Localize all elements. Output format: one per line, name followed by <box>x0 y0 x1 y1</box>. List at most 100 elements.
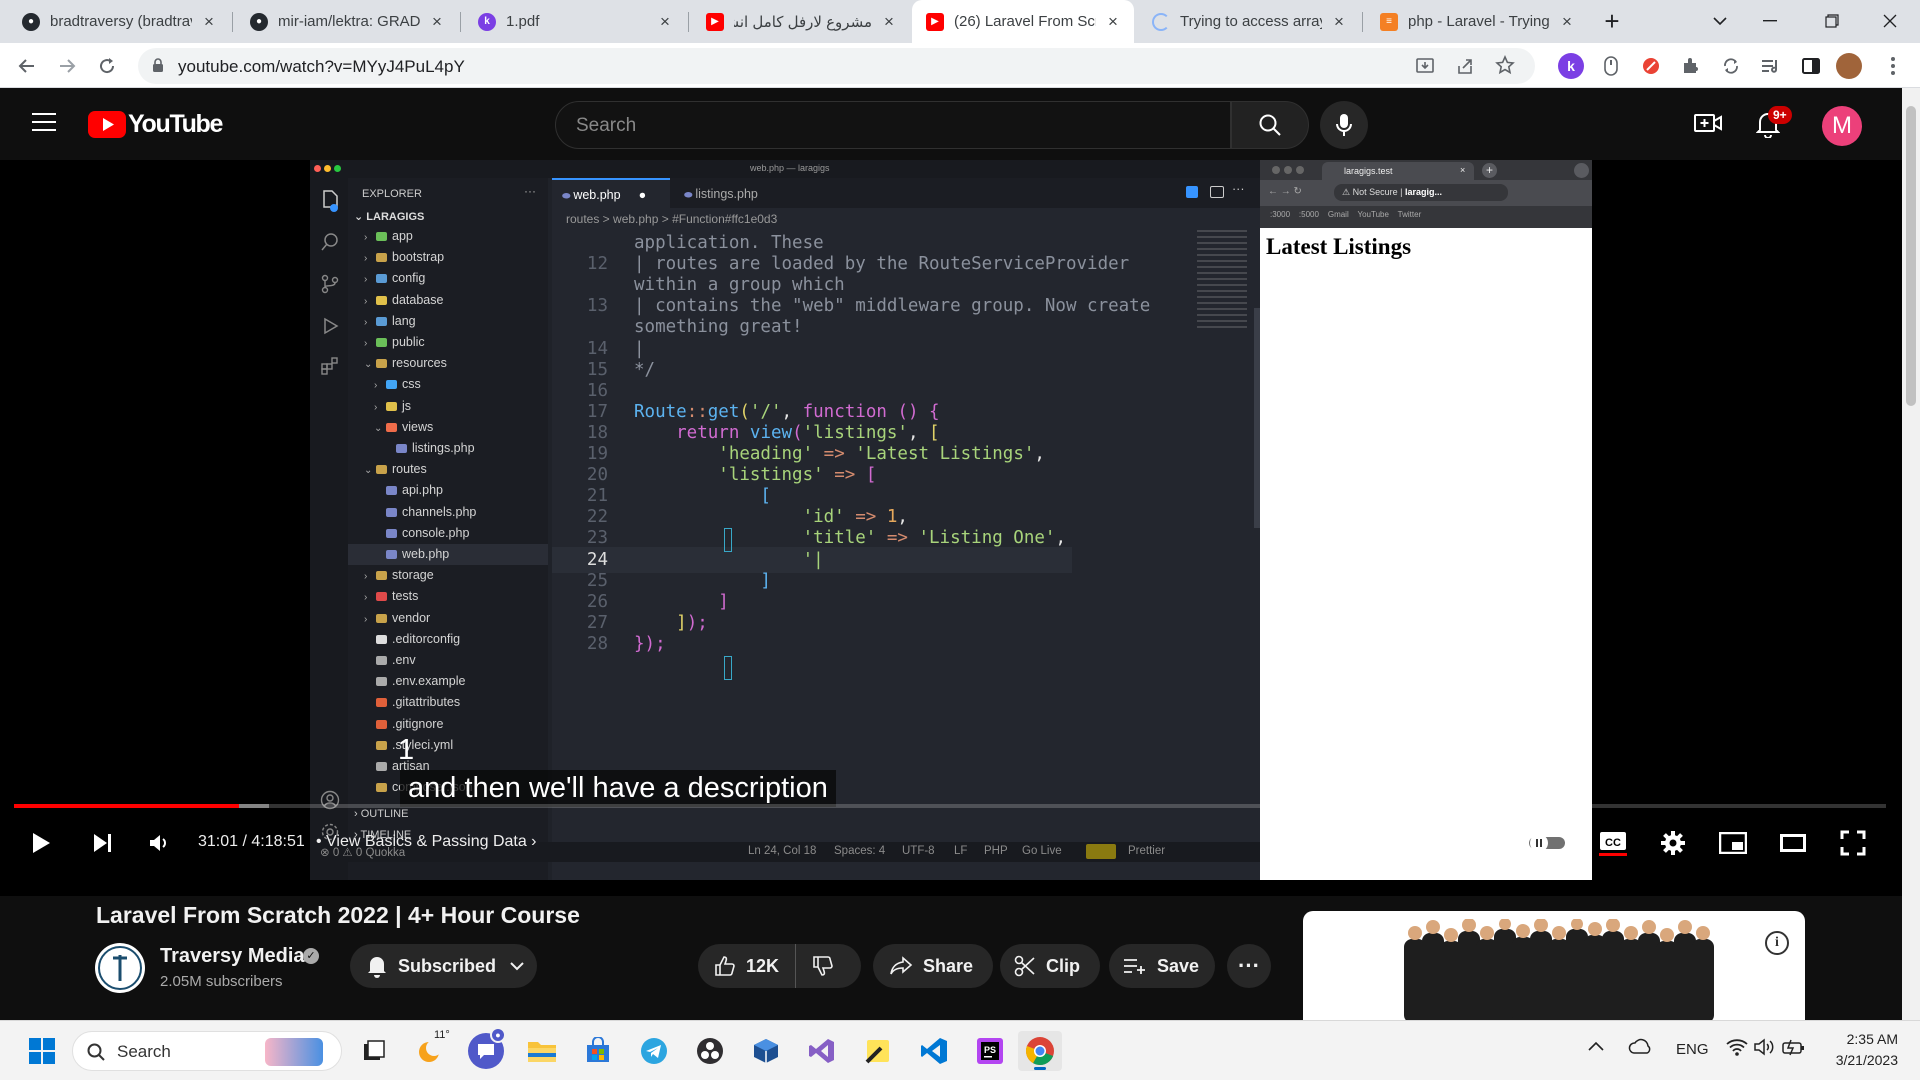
back-button[interactable] <box>10 49 44 83</box>
info-icon[interactable]: i <box>1765 931 1789 955</box>
like-button[interactable]: 12K <box>698 944 796 988</box>
search-button[interactable] <box>1231 101 1309 149</box>
start-button[interactable] <box>24 1033 60 1069</box>
subtitles-button[interactable]: CC <box>1592 822 1634 864</box>
task-view-icon[interactable] <box>356 1033 392 1069</box>
speaker-icon[interactable] <box>1754 1038 1776 1056</box>
more-actions-button[interactable]: ··· <box>1227 944 1271 988</box>
close-tab-icon[interactable]: × <box>1558 12 1576 32</box>
mouse-extension-icon[interactable] <box>1598 53 1624 79</box>
browser-tab[interactable]: ● mir-iam/lektra: GRAD × <box>236 0 458 43</box>
account-avatar[interactable]: M <box>1822 106 1862 146</box>
phpstorm-icon[interactable]: PS <box>972 1033 1008 1069</box>
red-extension-icon[interactable] <box>1638 53 1664 79</box>
dislike-button[interactable] <box>796 944 834 988</box>
subscribed-button[interactable]: Subscribed <box>350 944 537 988</box>
autoplay-toggle[interactable] <box>1526 822 1568 864</box>
virtualbox-icon[interactable] <box>748 1033 784 1069</box>
lock-icon[interactable] <box>152 58 164 73</box>
share-icon[interactable] <box>1455 56 1475 76</box>
caption-line: 1 <box>398 734 415 766</box>
browser-tab[interactable]: Trying to access array × <box>1138 0 1360 43</box>
telegram-icon[interactable] <box>636 1033 672 1069</box>
close-tab-icon[interactable]: × <box>1104 12 1122 32</box>
minimize-button[interactable] <box>1750 6 1790 36</box>
battery-icon[interactable] <box>1782 1038 1806 1056</box>
vscode-taskbar-icon[interactable] <box>916 1033 952 1069</box>
fullscreen-button[interactable] <box>1832 822 1874 864</box>
search-icon <box>1259 114 1281 136</box>
clip-button[interactable]: Clip <box>1000 944 1100 988</box>
network-cloud-icon[interactable] <box>1628 1037 1652 1057</box>
search-input[interactable]: Search <box>555 101 1231 149</box>
browser-tab[interactable]: k 1.pdf × <box>464 0 686 43</box>
more-actions-icon: ··· <box>524 184 536 198</box>
share-button[interactable]: Share <box>873 944 993 988</box>
hamburger-menu-icon[interactable] <box>32 112 56 132</box>
taskbar-search[interactable]: Search <box>72 1031 342 1071</box>
install-app-icon[interactable] <box>1415 56 1435 76</box>
browser-tab[interactable]: ▶ مشروع لارفل كامل انشا × <box>692 0 910 43</box>
side-panel-icon[interactable] <box>1798 53 1824 79</box>
sync-extension-icon[interactable] <box>1718 53 1744 79</box>
profile-avatar[interactable] <box>1836 53 1862 79</box>
php-file-icon: ⬬ <box>562 191 574 202</box>
teams-chat-icon[interactable]: ● <box>468 1027 506 1069</box>
media-control-icon[interactable] <box>1758 53 1784 79</box>
youtube-logo[interactable]: YouTube <box>88 110 223 139</box>
tab-title: php - Laravel - Trying <box>1408 13 1550 30</box>
chrome-menu-icon[interactable] <box>1880 53 1906 79</box>
video-title: Laravel From Scratch 2022 | 4+ Hour Cour… <box>96 902 580 928</box>
clock-time[interactable]: 2:35 AM <box>1838 1031 1898 1047</box>
channel-avatar[interactable] <box>95 943 145 993</box>
sticky-notes-icon[interactable] <box>860 1033 896 1069</box>
miniplayer-button[interactable] <box>1712 822 1754 864</box>
chrome-taskbar-icon[interactable] <box>1018 1031 1062 1071</box>
browser-tab-active[interactable]: ▶ (26) Laravel From Scra × <box>912 0 1134 43</box>
scrollbar-thumb[interactable] <box>1906 106 1916 406</box>
save-button[interactable]: Save <box>1109 944 1215 988</box>
restore-button[interactable] <box>1812 6 1852 36</box>
chapter-title[interactable]: • View Basics & Passing Data › <box>316 833 537 851</box>
close-window-button[interactable] <box>1870 6 1910 36</box>
settings-button[interactable] <box>1652 822 1694 864</box>
wifi-icon[interactable] <box>1726 1038 1748 1056</box>
sponsored-ad[interactable]: i <box>1303 911 1805 1031</box>
video-player[interactable]: web.php — laragigs EXPLORER ··· ⌄ LARAGI… <box>0 160 1902 896</box>
show-hidden-icons[interactable] <box>1588 1041 1604 1051</box>
voice-search-button[interactable] <box>1320 101 1368 149</box>
channel-name[interactable]: Traversy Media <box>160 945 305 968</box>
bookmark-star-icon[interactable] <box>1495 55 1515 75</box>
close-tab-icon[interactable]: × <box>428 12 446 32</box>
close-tab-icon[interactable]: × <box>1330 12 1348 32</box>
address-bar[interactable]: youtube.com/watch?v=MYyJ4PuL4pY <box>138 48 1535 84</box>
weather-widget[interactable]: 11° <box>412 1029 450 1069</box>
kami-extension-icon[interactable]: k <box>1558 53 1584 79</box>
file-explorer-icon[interactable] <box>524 1033 560 1069</box>
close-tab-icon[interactable]: × <box>656 12 674 32</box>
next-button[interactable] <box>82 822 124 864</box>
language-indicator[interactable]: ENG <box>1676 1041 1709 1058</box>
clock-date[interactable]: 3/21/2023 <box>1822 1052 1898 1068</box>
extensions-puzzle-icon[interactable] <box>1678 53 1704 79</box>
closed-captions-icon: CC <box>1599 832 1627 856</box>
obs-studio-icon[interactable] <box>692 1033 728 1069</box>
close-tab-icon[interactable]: × <box>880 12 898 32</box>
reload-button[interactable] <box>90 49 124 83</box>
create-video-icon[interactable] <box>1694 112 1722 134</box>
browser-tab[interactable]: ≡ php - Laravel - Trying × <box>1366 0 1588 43</box>
page-scrollbar[interactable] <box>1902 88 1920 1020</box>
warning-icon: ⚠ <box>1342 187 1353 197</box>
code-token: 'heading' <box>634 444 814 464</box>
close-tab-icon[interactable]: × <box>200 12 218 32</box>
browser-tab[interactable]: ● bradtraversy (bradtrav × <box>8 0 230 43</box>
progress-bar[interactable] <box>14 804 1886 808</box>
volume-button[interactable] <box>138 822 180 864</box>
play-button[interactable] <box>20 822 62 864</box>
visual-studio-icon[interactable] <box>804 1033 840 1069</box>
theater-mode-button[interactable] <box>1772 822 1814 864</box>
new-tab-button[interactable]: + <box>1592 6 1632 36</box>
forward-button[interactable] <box>50 49 84 83</box>
tab-search-icon[interactable] <box>1700 6 1740 36</box>
microsoft-store-icon[interactable] <box>580 1033 616 1069</box>
